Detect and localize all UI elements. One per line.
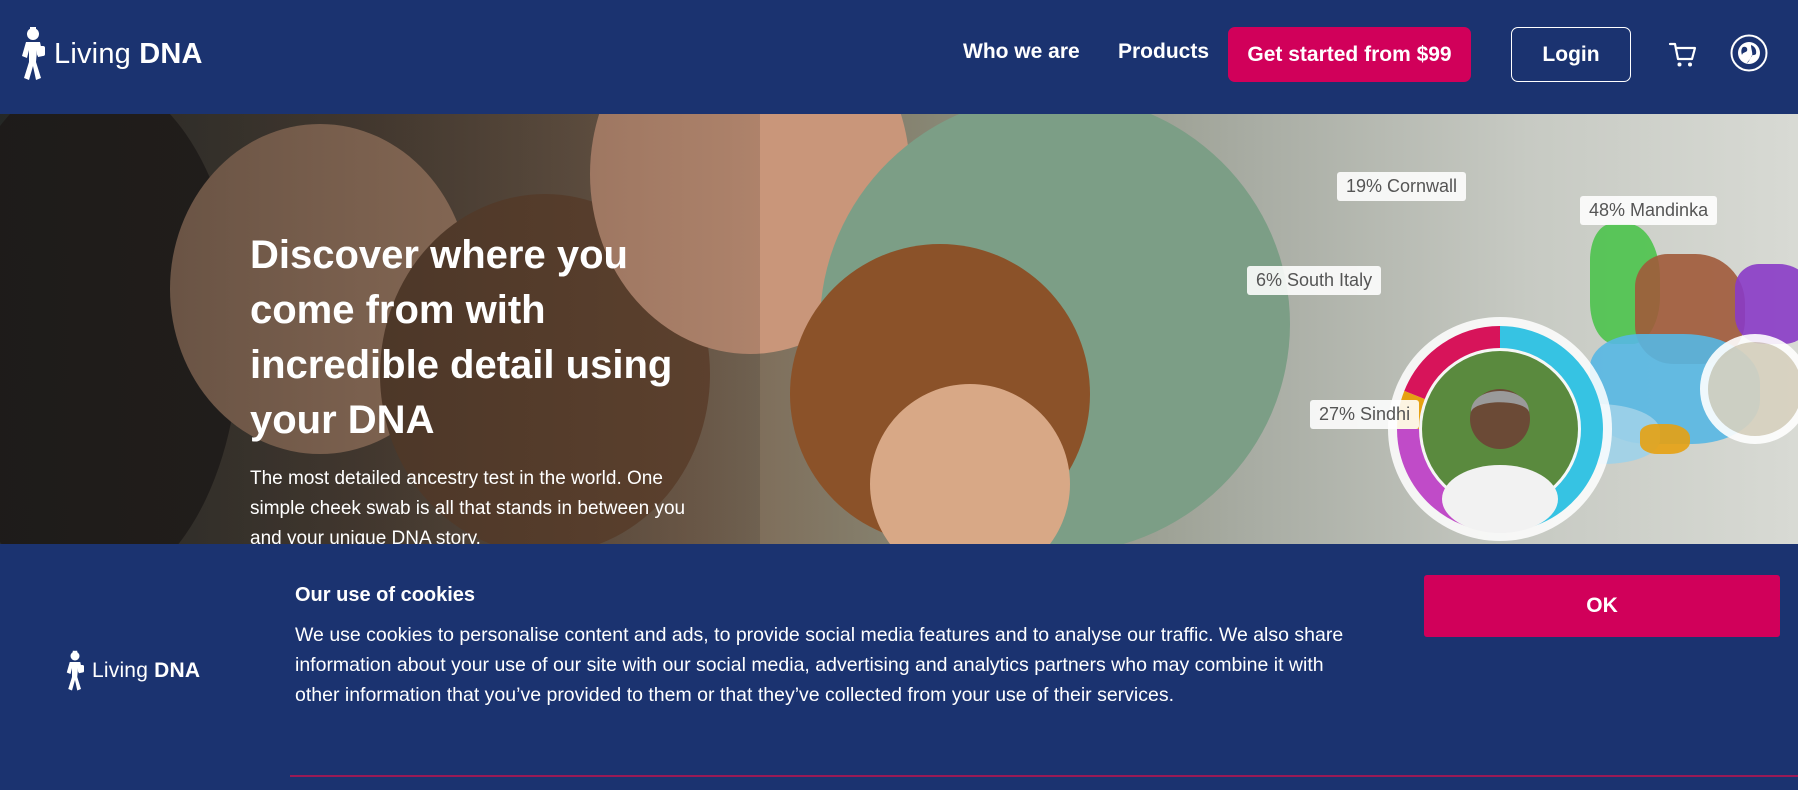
- ancestry-label-sindhi: 27% Sindhi: [1310, 400, 1420, 429]
- ancestry-label-south-italy: 6% South Italy: [1247, 266, 1382, 295]
- map-region: [1735, 264, 1798, 344]
- divider: [290, 775, 1798, 777]
- ancestry-label-cornwall: 19% Cornwall: [1337, 172, 1467, 201]
- cookie-ok-button[interactable]: OK: [1424, 575, 1780, 637]
- cookie-banner: Living DNA Our use of cookies We use coo…: [0, 544, 1798, 790]
- logo-text-living: Living: [92, 659, 149, 682]
- logo-text-dna: DNA: [154, 659, 201, 682]
- ancestry-label-mandinka: 48% Mandinka: [1580, 196, 1718, 225]
- cookie-title: Our use of cookies: [295, 584, 476, 606]
- ancestry-donut-chart: [1388, 317, 1612, 541]
- nav-who-we-are[interactable]: Who we are: [963, 40, 1080, 64]
- cart-icon[interactable]: [1668, 40, 1698, 70]
- living-dna-logo[interactable]: Living DNA: [16, 26, 203, 82]
- hero-subtitle: The most detailed ancestry test in the w…: [250, 468, 686, 544]
- astronaut-logo-icon: [22, 27, 45, 80]
- hero-section: Discover where you come from with incred…: [0, 114, 1798, 544]
- astronaut-logo-icon: [66, 650, 84, 691]
- map-region: [1640, 424, 1690, 454]
- logo-text-living: Living: [54, 37, 131, 70]
- globe-icon[interactable]: [1730, 34, 1768, 72]
- cookie-description: We use cookies to personalise content an…: [295, 624, 1344, 706]
- nav-products[interactable]: Products: [1118, 40, 1209, 64]
- get-started-button[interactable]: Get started from $99: [1228, 27, 1471, 82]
- login-button[interactable]: Login: [1511, 27, 1631, 82]
- logo-text-dna: DNA: [139, 37, 203, 70]
- site-header: Living DNA Who we are Products Get start…: [0, 0, 1798, 114]
- cookie-banner-logo: Living DNA: [62, 650, 200, 692]
- hero-title: Discover where you come from with incred…: [250, 233, 673, 442]
